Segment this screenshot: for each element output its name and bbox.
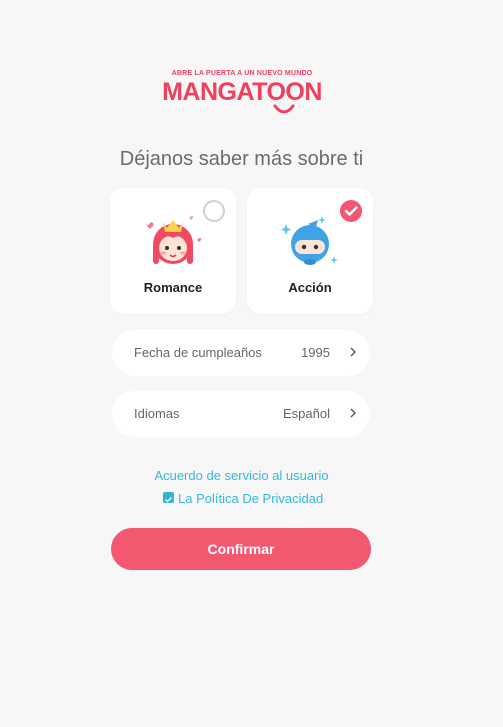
- checkmark-icon: [344, 206, 358, 216]
- checkbox-check-icon: [164, 496, 173, 503]
- romance-character-icon: [146, 215, 202, 264]
- chevron-right-icon: [350, 408, 356, 418]
- mangatoon-logo: ABRE LA PUERTA A UN NUEVO MUNDO MANGATOO…: [160, 70, 324, 118]
- genre-card-accion[interactable]: Acción: [247, 188, 373, 314]
- unchecked-circle-icon[interactable]: [203, 200, 225, 222]
- logo-name: MANGATOON: [162, 78, 322, 106]
- terms-of-service-link[interactable]: Acuerdo de servicio al usuario: [0, 468, 483, 483]
- birthday-value: 1995: [301, 345, 330, 360]
- chevron-right-icon: [350, 347, 356, 357]
- privacy-checkbox[interactable]: [163, 492, 174, 503]
- birthday-label: Fecha de cumpleaños: [134, 345, 262, 360]
- genre-card-romance[interactable]: Romance: [110, 188, 236, 314]
- checked-circle-icon[interactable]: [340, 200, 362, 222]
- logo-tagline: ABRE LA PUERTA A UN NUEVO MUNDO: [171, 70, 313, 77]
- genre-label-accion: Acción: [288, 280, 332, 295]
- privacy-policy-link[interactable]: La Política De Privacidad: [178, 491, 323, 506]
- language-label: Idiomas: [134, 406, 180, 421]
- language-value: Español: [283, 406, 330, 421]
- logo-smile-icon: [273, 104, 295, 114]
- confirm-button[interactable]: Confirmar: [111, 528, 371, 570]
- birthday-selector[interactable]: Fecha de cumpleaños 1995: [112, 330, 370, 376]
- accion-character-icon: [280, 216, 338, 265]
- page-heading: Déjanos saber más sobre ti: [119, 148, 364, 170]
- language-selector[interactable]: Idiomas Español: [112, 391, 370, 437]
- genre-label-romance: Romance: [143, 280, 203, 295]
